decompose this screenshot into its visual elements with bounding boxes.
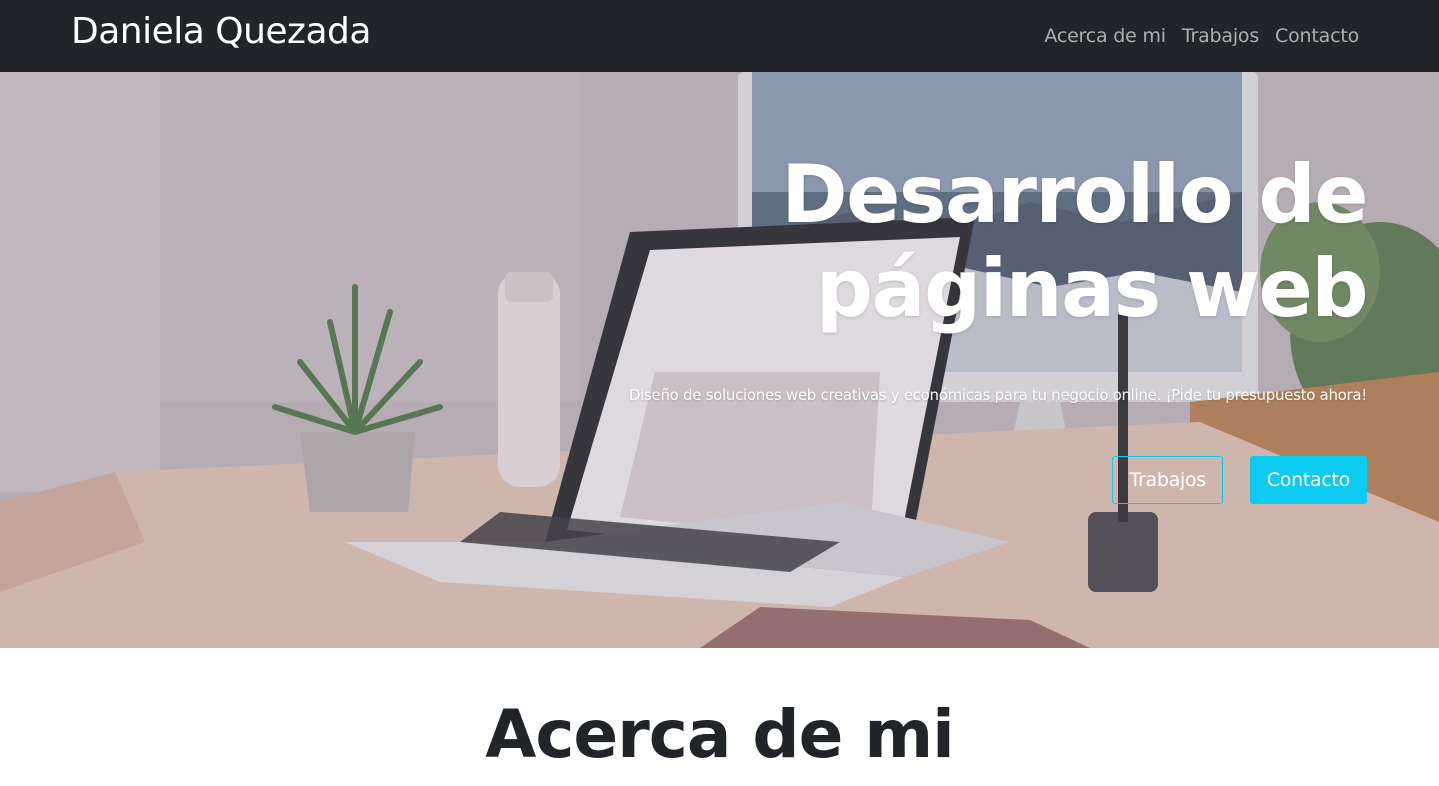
nav-link-trabajos[interactable]: Trabajos <box>1182 20 1259 52</box>
hero-title-line-2: páginas web <box>815 242 1369 335</box>
hero-buttons: Trabajos Contacto <box>1112 456 1367 504</box>
hero-section: Desarrollo de páginas web Diseño de solu… <box>0 72 1439 648</box>
brand-link[interactable]: Daniela Quezada <box>71 8 371 56</box>
trabajos-button[interactable]: Trabajos <box>1112 456 1223 504</box>
nav-links: Acerca de mi Trabajos Contacto <box>1044 20 1359 52</box>
nav-link-acerca[interactable]: Acerca de mi <box>1044 20 1166 52</box>
contacto-button[interactable]: Contacto <box>1249 456 1367 504</box>
hero-title: Desarrollo de páginas web <box>467 148 1369 336</box>
hero-lead: Diseño de soluciones web creativas y eco… <box>628 386 1367 404</box>
nav-link-contacto[interactable]: Contacto <box>1275 20 1359 52</box>
navbar: Daniela Quezada Acerca de mi Trabajos Co… <box>0 0 1439 72</box>
hero-title-line-1: Desarrollo de <box>781 148 1368 241</box>
about-title: Acerca de mi <box>485 696 955 773</box>
